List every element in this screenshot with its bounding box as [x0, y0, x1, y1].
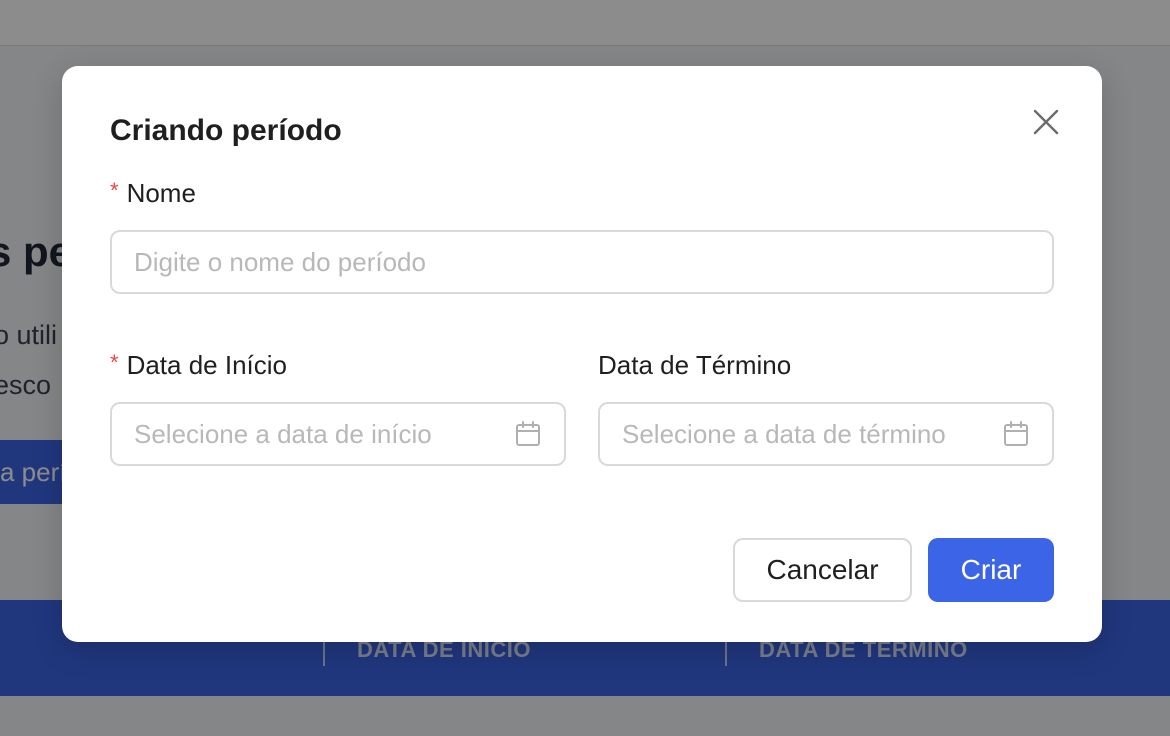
close-icon	[1033, 109, 1059, 135]
end-date-label: Data de Término	[598, 350, 792, 380]
cancel-button[interactable]: Cancelar	[733, 538, 912, 602]
start-date-label: * Data de Início	[110, 350, 287, 382]
create-period-modal: Criando período * Nome * Data de Início Da…	[62, 66, 1102, 642]
modal-title: Criando período	[110, 114, 342, 147]
name-input[interactable]	[134, 246, 1030, 278]
start-date-input[interactable]	[134, 418, 502, 450]
required-mark: *	[110, 350, 119, 375]
required-mark: *	[110, 178, 119, 203]
name-input-wrapper[interactable]	[110, 230, 1054, 294]
start-date-label-text: Data de Início	[126, 350, 287, 380]
create-button[interactable]: Criar	[928, 538, 1054, 602]
name-label-text: Nome	[126, 178, 196, 208]
calendar-icon[interactable]	[514, 420, 542, 448]
end-date-picker[interactable]	[598, 402, 1054, 466]
end-date-input[interactable]	[622, 418, 990, 450]
start-date-picker[interactable]	[110, 402, 566, 466]
calendar-icon[interactable]	[1002, 420, 1030, 448]
close-button[interactable]	[1028, 104, 1064, 140]
name-label: * Nome	[110, 178, 196, 210]
